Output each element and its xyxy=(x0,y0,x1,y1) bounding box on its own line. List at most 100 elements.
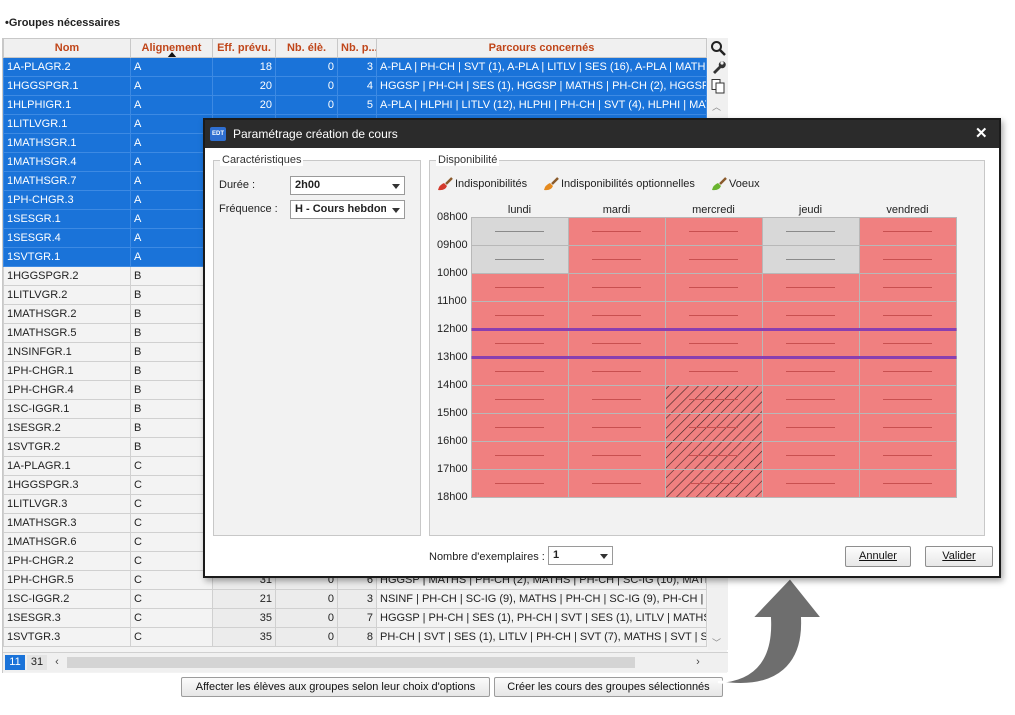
cell-nom: 1SESGR.1 xyxy=(3,209,131,229)
column-header-nom[interactable]: Nom xyxy=(3,38,131,58)
cell-nom: 1PH-CHGR.1 xyxy=(3,361,131,381)
orange-brush-icon xyxy=(544,177,559,191)
cell-alignement: A xyxy=(130,209,213,229)
indisponibilites-optionnelles-brush[interactable]: Indisponibilités optionnelles xyxy=(542,175,695,193)
green-brush-icon xyxy=(712,177,727,191)
horizontal-scrollbar-thumb[interactable] xyxy=(67,657,635,668)
table-row[interactable]: 1HLPHIGR.1 A 20 0 5 A-PLA | HLPHI | LITLV (12… xyxy=(3,95,707,115)
cell-alignement: B xyxy=(130,399,213,419)
dialog-titlebar: EDT Paramétrage création de cours ✕ xyxy=(205,120,999,148)
hour-label: 10h00 xyxy=(437,267,468,279)
duree-select[interactable]: 2h00 xyxy=(290,176,405,195)
cell-alignement: B xyxy=(130,304,213,324)
cell-nom: 1PH-CHGR.5 xyxy=(3,570,131,590)
table-row[interactable]: 1SESGR.3 C 35 0 7 HGGSP | PH-CH | SES (1), PH… xyxy=(3,608,707,628)
cell-nb-parcours: 5 xyxy=(337,95,377,115)
course-settings-dialog: EDT Paramétrage création de cours ✕ Cara… xyxy=(203,118,1001,578)
cell-nom: 1SESGR.4 xyxy=(3,228,131,248)
table-row[interactable]: 1SVTGR.3 C 35 0 8 PH-CH | SVT | SES (1), LITL… xyxy=(3,627,707,647)
scroll-up-icon[interactable]: ︿ xyxy=(712,100,721,113)
cell-eff-prevu: 21 xyxy=(212,589,276,609)
cell-alignement: C xyxy=(130,551,213,571)
panel-title: •Groupes nécessaires xyxy=(5,17,121,29)
cell-nom: 1NSINFGR.1 xyxy=(3,342,131,362)
valider-button[interactable]: Valider xyxy=(925,546,993,567)
column-header-parcours[interactable]: Parcours concernés xyxy=(376,38,707,58)
voeux-brush[interactable]: Voeux xyxy=(710,175,770,193)
copy-icon[interactable] xyxy=(710,78,726,94)
indisponibilites-brush[interactable]: Indisponibilités xyxy=(436,175,528,193)
close-icon[interactable]: ✕ xyxy=(975,124,988,142)
cell-alignement: C xyxy=(130,627,213,647)
caracteristiques-legend: Caractéristiques xyxy=(220,154,304,166)
cell-nom: 1MATHSGR.1 xyxy=(3,133,131,153)
hour-label: 18h00 xyxy=(437,491,468,503)
cell-eff-prevu: 20 xyxy=(212,76,276,96)
table-row[interactable]: 1HGGSPGR.1 A 20 0 4 HGGSP | PH-CH | SES (1), … xyxy=(3,76,707,96)
lunch-separator xyxy=(471,356,957,359)
hour-label: 15h00 xyxy=(437,407,468,419)
cell-alignement: A xyxy=(130,228,213,248)
cell-parcours: A-PLA | PH-CH | SVT (1), A-PLA | LITLV |… xyxy=(376,57,707,77)
exemplaires-label: Nombre d'exemplaires : xyxy=(429,551,545,563)
cell-alignement: B xyxy=(130,418,213,438)
hour-label: 13h00 xyxy=(437,351,468,363)
curved-arrow-icon xyxy=(717,576,825,685)
cell-nom: 1PH-CHGR.2 xyxy=(3,551,131,571)
cell-alignement: A xyxy=(130,152,213,172)
column-header-alignement[interactable]: Alignement xyxy=(130,38,213,58)
hour-label: 12h00 xyxy=(437,323,468,335)
cell-alignement: B xyxy=(130,285,213,305)
annuler-button[interactable]: Annuler xyxy=(845,546,911,567)
cell-eff-prevu: 18 xyxy=(212,57,276,77)
table-row[interactable]: 1SC-IGGR.2 C 21 0 3 NSINF | PH-CH | SC-IG (9)… xyxy=(3,589,707,609)
cell-alignement: C xyxy=(130,608,213,628)
affecter-eleves-button[interactable]: Affecter les élèves aux groupes selon le… xyxy=(181,677,490,697)
cell-nb-eleves: 0 xyxy=(275,589,338,609)
cell-nom: 1SESGR.3 xyxy=(3,608,131,628)
column-header-eff-prevu[interactable]: Eff. prévu. xyxy=(212,38,276,58)
column-header-nb-parcours[interactable]: Nb. p... xyxy=(337,38,377,58)
cell-nom: 1HLPHIGR.1 xyxy=(3,95,131,115)
scroll-left-icon[interactable]: ‹ xyxy=(51,655,63,670)
annuler-label: Annuler xyxy=(859,550,897,562)
frequence-select[interactable]: H - Cours hebdomadaire xyxy=(290,200,405,219)
availability-grid[interactable] xyxy=(471,217,959,500)
red-brush-icon xyxy=(438,177,453,191)
cell-nom: 1LITLVGR.3 xyxy=(3,494,131,514)
cell-alignement: A xyxy=(130,133,213,153)
hour-label: 11h00 xyxy=(437,295,467,307)
cell-nom: 1MATHSGR.7 xyxy=(3,171,131,191)
dialog-title: Paramétrage création de cours xyxy=(233,127,398,141)
cell-nom: 1SVTGR.2 xyxy=(3,437,131,457)
hour-label: 14h00 xyxy=(437,379,468,391)
cell-nom: 1SESGR.2 xyxy=(3,418,131,438)
cell-nb-parcours: 3 xyxy=(337,589,377,609)
cell-alignement: C xyxy=(130,494,213,514)
cell-parcours: HGGSP | PH-CH | SES (1), HGGSP | MATHS |… xyxy=(376,76,707,96)
cell-parcours: HGGSP | PH-CH | SES (1), PH-CH | SVT | S… xyxy=(376,608,707,628)
frequence-label: Fréquence : xyxy=(219,203,278,215)
exemplaires-select[interactable]: 1 xyxy=(548,546,613,565)
cell-nom: 1HGGSPGR.2 xyxy=(3,266,131,286)
table-row[interactable]: 1A-PLAGR.2 A 18 0 3 A-PLA | PH-CH | SVT (1), … xyxy=(3,57,707,77)
cell-nom: 1SVTGR.1 xyxy=(3,247,131,267)
chevron-down-icon xyxy=(392,208,400,213)
cell-nb-eleves: 0 xyxy=(275,95,338,115)
creer-cours-button[interactable]: Créer les cours des groupes sélectionnés xyxy=(494,677,723,697)
cell-alignement: A xyxy=(130,114,213,134)
cell-nb-eleves: 0 xyxy=(275,608,338,628)
day-label: mardi xyxy=(602,204,631,216)
wrench-icon[interactable] xyxy=(710,59,726,75)
exemplaires-value: 1 xyxy=(553,549,560,561)
caracteristiques-group: Caractéristiques Durée : 2h00 Fréquence … xyxy=(213,154,421,536)
chevron-down-icon xyxy=(392,184,400,189)
cell-nom: 1LITLVGR.2 xyxy=(3,285,131,305)
sort-ascending-icon xyxy=(167,52,177,57)
cell-nom: 1HGGSPGR.3 xyxy=(3,475,131,495)
search-icon[interactable] xyxy=(710,40,726,56)
column-header-nb-eleves[interactable]: Nb. élè. xyxy=(275,38,338,58)
cell-eff-prevu: 35 xyxy=(212,627,276,647)
edt-app-icon: EDT xyxy=(210,127,226,141)
cell-alignement: C xyxy=(130,589,213,609)
